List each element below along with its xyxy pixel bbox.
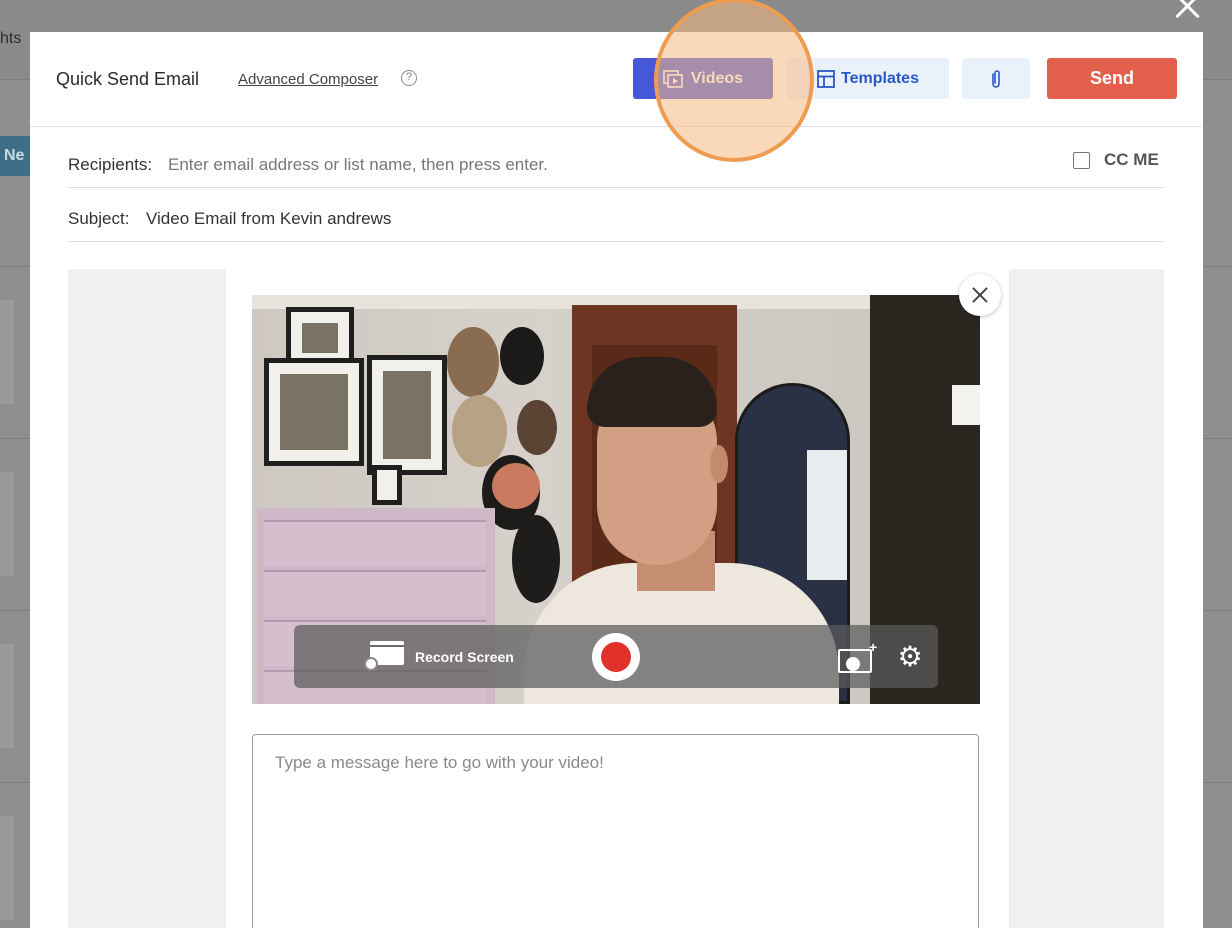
picture-frame xyxy=(367,355,447,475)
backdrop-tab-text: hts xyxy=(0,30,22,47)
backdrop-new-button: Ne xyxy=(0,136,34,176)
picture-frame xyxy=(372,465,402,505)
gear-icon[interactable]: ⚙ xyxy=(895,643,925,673)
modal-close-icon[interactable] xyxy=(1168,0,1208,26)
recipients-row: Recipients: CC ME xyxy=(68,142,1164,188)
wall-hat xyxy=(452,395,507,467)
dresser-drawer xyxy=(264,520,486,566)
templates-button[interactable]: Templates xyxy=(787,58,949,99)
dresser-drawer xyxy=(264,570,486,616)
wall-hat xyxy=(447,327,499,397)
videos-button[interactable]: Videos xyxy=(633,58,773,99)
backdrop-row-cell xyxy=(0,472,14,576)
recipients-label: Recipients: xyxy=(68,155,153,174)
backdrop-row-cell xyxy=(0,816,14,920)
wall-lamp xyxy=(952,385,980,425)
person-ear xyxy=(710,445,728,483)
wall-hat xyxy=(500,327,544,385)
wall-hat xyxy=(512,515,560,603)
wall-hat xyxy=(492,463,540,509)
virtual-background-icon[interactable]: + xyxy=(838,639,880,673)
subject-label: Subject: xyxy=(68,209,130,228)
send-button[interactable]: Send xyxy=(1047,58,1177,99)
modal-header: Quick Send Email Advanced Composer ? Vid… xyxy=(30,32,1203,127)
templates-button-label: Templates xyxy=(841,69,919,87)
window-reflection xyxy=(807,450,847,580)
cc-me-label: CC ME xyxy=(1104,150,1159,169)
screen-record-icon[interactable] xyxy=(364,641,404,671)
checkbox-square-icon xyxy=(1073,151,1090,169)
recorder-controls: Record Screen + ⚙ xyxy=(294,625,938,688)
videos-button-label: Videos xyxy=(690,69,744,87)
backdrop-row-cell xyxy=(0,300,14,404)
close-video-icon[interactable] xyxy=(959,274,1001,316)
backdrop-row-cell xyxy=(0,644,14,748)
picture-frame xyxy=(264,358,364,466)
help-icon[interactable]: ? xyxy=(401,70,417,86)
video-message-input[interactable] xyxy=(252,734,979,928)
advanced-composer-link[interactable]: Advanced Composer xyxy=(238,71,378,88)
modal-title: Quick Send Email xyxy=(56,69,200,89)
wall-hat xyxy=(517,400,557,455)
cc-me-checkbox[interactable]: CC ME xyxy=(1073,150,1159,170)
attach-button[interactable] xyxy=(962,58,1030,99)
video-icon xyxy=(663,69,683,88)
quick-send-email-modal: Quick Send Email Advanced Composer ? Vid… xyxy=(30,0,1203,928)
paperclip-icon xyxy=(992,69,1000,88)
subject-value[interactable]: Video Email from Kevin andrews xyxy=(146,209,391,229)
layout-icon xyxy=(817,69,835,88)
recipients-input[interactable] xyxy=(168,152,968,178)
subject-row: Subject: Video Email from Kevin andrews xyxy=(68,196,1164,242)
record-button[interactable] xyxy=(592,633,640,681)
record-screen-label[interactable]: Record Screen xyxy=(415,649,514,665)
webcam-preview: Record Screen + ⚙ xyxy=(252,295,980,704)
